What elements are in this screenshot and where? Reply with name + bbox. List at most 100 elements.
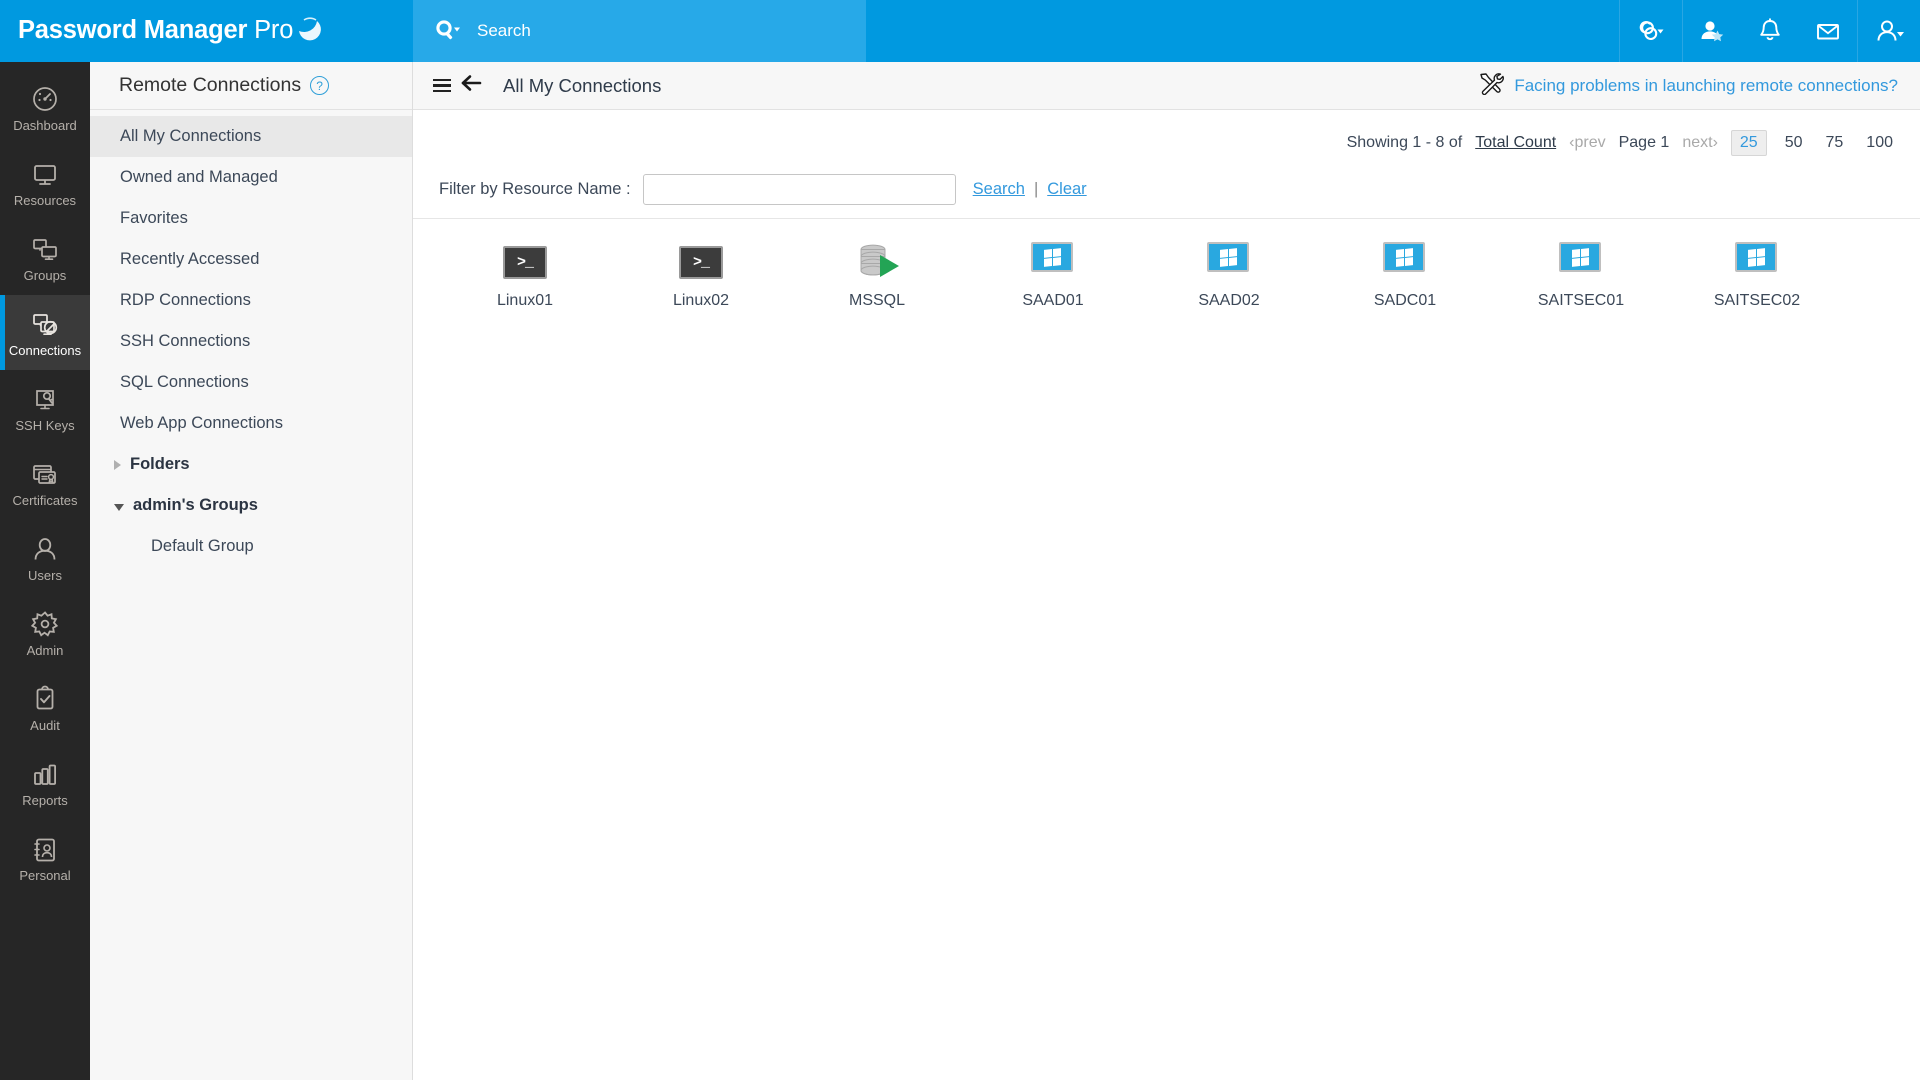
connection-tile-mssql[interactable]: MSSQL: [789, 241, 965, 327]
connection-label: MSSQL: [848, 292, 905, 309]
sidebar-label-personal: Personal: [19, 867, 71, 883]
sidebar-item-groups[interactable]: Groups: [0, 220, 90, 295]
troubleshoot-link-text[interactable]: Facing problems in launching remote conn…: [1514, 76, 1898, 96]
panel-item-web-app-connections[interactable]: Web App Connections: [90, 403, 412, 444]
connection-label: SAAD01: [1022, 292, 1084, 309]
remote-connection-icon: [30, 309, 60, 339]
chevron-down-icon[interactable]: [114, 503, 124, 511]
link-dropdown-icon[interactable]: [1619, 0, 1683, 62]
connection-tile-sadc01[interactable]: SADC01: [1317, 241, 1493, 327]
tree-child-default-group[interactable]: Default Group: [90, 526, 412, 567]
filter-bar: Filter by Resource Name : Search | Clear: [413, 165, 1920, 219]
global-search[interactable]: Search: [413, 0, 866, 62]
connection-tile-linux02[interactable]: >_ Linux02: [613, 241, 789, 327]
panel-item-owned-and-managed[interactable]: Owned and Managed: [90, 157, 412, 198]
brand-logo[interactable]: Password Manager Pro: [0, 0, 413, 62]
app-body: Dashboard Resources Groups Connections S…: [0, 62, 1920, 1080]
certificate-icon: [30, 459, 60, 489]
chevron-right-icon[interactable]: [114, 459, 121, 470]
panel-item-recently-accessed[interactable]: Recently Accessed: [90, 239, 412, 280]
page-size-50[interactable]: 50: [1780, 132, 1808, 154]
page-size-100[interactable]: 100: [1861, 132, 1898, 154]
connection-label: SADC01: [1373, 292, 1437, 309]
sidebar-item-ssh-keys[interactable]: SSH Keys: [0, 370, 90, 445]
troubleshoot-link[interactable]: Facing problems in launching remote conn…: [1478, 71, 1898, 100]
app-window: Password Manager Pro Search Dashboard Re…: [0, 0, 1920, 1080]
sidebar-item-personal[interactable]: Personal: [0, 820, 90, 895]
top-bar-icons: [1619, 0, 1920, 62]
pagination-bar: Showing 1 - 8 of Total Count ‹prev Page …: [413, 110, 1920, 165]
secondary-nav-panel: Remote Connections ? All My Connections …: [90, 62, 413, 1080]
hamburger-icon[interactable]: [433, 78, 451, 93]
connection-tile-linux01[interactable]: >_ Linux01: [437, 241, 613, 327]
windows-monitor-icon: [1383, 241, 1427, 283]
panel-item-all-my-connections[interactable]: All My Connections: [90, 116, 412, 157]
windows-monitor-icon: [1207, 241, 1251, 283]
sidebar-label-dashboard: Dashboard: [13, 117, 77, 133]
filter-clear-button[interactable]: Clear: [1047, 180, 1086, 199]
next-page-button[interactable]: next›: [1682, 134, 1718, 152]
connection-tile-saad01[interactable]: SAAD01: [965, 241, 1141, 327]
sidebar-item-resources[interactable]: Resources: [0, 145, 90, 220]
panel-item-rdp-connections[interactable]: RDP Connections: [90, 280, 412, 321]
arrow-left-icon[interactable]: [461, 74, 483, 97]
sidebar-item-reports[interactable]: Reports: [0, 745, 90, 820]
connection-tile-saitsec02[interactable]: SAITSEC02: [1669, 241, 1845, 327]
panel-item-label: Recently Accessed: [120, 250, 260, 268]
panel-item-label: SSH Connections: [120, 332, 251, 350]
sidebar-label-admin: Admin: [26, 642, 64, 658]
total-count-link[interactable]: Total Count: [1475, 134, 1556, 152]
top-bar: Password Manager Pro Search: [0, 0, 1920, 62]
gauge-icon: [30, 84, 60, 114]
breadcrumb: All My Connections: [433, 74, 661, 97]
brand-title-bold: Password Manager: [18, 15, 248, 44]
connection-label: Linux02: [672, 292, 730, 309]
terminal-icon: >_: [679, 241, 723, 283]
brand-title-thin: Pro: [247, 15, 294, 44]
panel-item-label: SQL Connections: [120, 373, 249, 391]
bell-icon[interactable]: [1741, 0, 1799, 62]
search-input-placeholder[interactable]: Search: [477, 21, 531, 41]
prev-page-button[interactable]: ‹prev: [1569, 134, 1605, 152]
monitor-icon: [30, 159, 60, 189]
connection-label: SAAD02: [1198, 292, 1260, 309]
tree-node-folders[interactable]: Folders: [90, 444, 412, 485]
terminal-glyph: >_: [679, 245, 723, 279]
sidebar-item-audit[interactable]: Audit: [0, 670, 90, 745]
connection-tile-saitsec01[interactable]: SAITSEC01: [1493, 241, 1669, 327]
sidebar-item-users[interactable]: Users: [0, 520, 90, 595]
bar-chart-icon: [30, 759, 60, 789]
sidebar-item-connections[interactable]: Connections: [0, 295, 90, 370]
current-page-label: Page 1: [1618, 134, 1670, 151]
sidebar-item-dashboard[interactable]: Dashboard: [0, 70, 90, 145]
top-bar-icon-group: [1683, 0, 1858, 62]
sidebar-label-connections: Connections: [8, 342, 82, 358]
panel-item-sql-connections[interactable]: SQL Connections: [90, 362, 412, 403]
user-account-icon[interactable]: [1858, 0, 1920, 62]
connection-tile-saad02[interactable]: SAAD02: [1141, 241, 1317, 327]
envelope-icon[interactable]: [1799, 0, 1857, 62]
tree-node-admins-groups[interactable]: admin's Groups: [90, 485, 412, 526]
panel-item-favorites[interactable]: Favorites: [90, 198, 412, 239]
help-badge-icon[interactable]: ?: [310, 76, 330, 95]
sidebar-item-certificates[interactable]: Certificates: [0, 445, 90, 520]
connection-label: Linux01: [496, 292, 554, 309]
filter-actions: Search | Clear: [973, 180, 1087, 199]
filter-resource-name-input[interactable]: [642, 174, 956, 205]
brand-title: Password Manager Pro: [18, 15, 322, 48]
filter-search-button[interactable]: Search: [973, 180, 1025, 199]
search-icon[interactable]: [435, 19, 461, 43]
connections-grid: >_ Linux01 >_ Linux02 MSSQL SAAD01 SAAD0…: [413, 219, 1920, 327]
pagination-showing: Showing 1 - 8 of: [1346, 134, 1463, 151]
user-star-icon[interactable]: [1683, 0, 1741, 62]
sidebar-item-admin[interactable]: Admin: [0, 595, 90, 670]
page-title: All My Connections: [503, 74, 662, 96]
main-body: Showing 1 - 8 of Total Count ‹prev Page …: [413, 110, 1920, 1080]
panel-item-ssh-connections[interactable]: SSH Connections: [90, 321, 412, 362]
panel-item-label: RDP Connections: [120, 291, 251, 309]
terminal-glyph: >_: [503, 245, 547, 279]
panel-item-label: All My Connections: [120, 127, 262, 145]
panel-item-label: Favorites: [120, 209, 188, 227]
page-size-75[interactable]: 75: [1821, 132, 1849, 154]
page-size-25[interactable]: 25: [1730, 130, 1767, 156]
